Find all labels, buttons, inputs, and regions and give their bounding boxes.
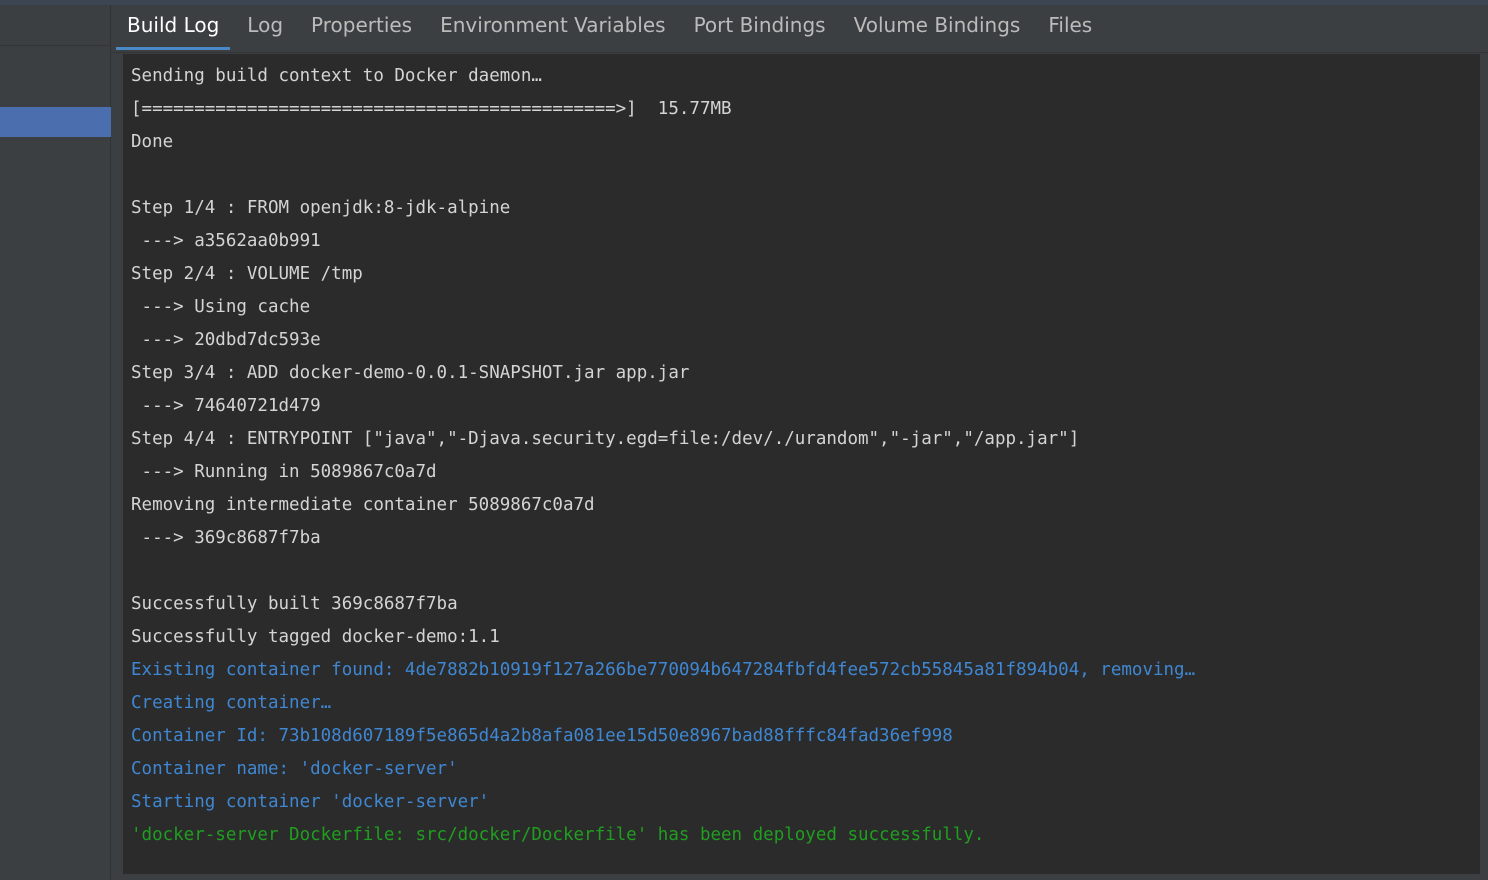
log-line: ---> 74640721d479 bbox=[131, 396, 321, 416]
window-accent-strip bbox=[0, 0, 1488, 5]
tab-properties-label: Properties bbox=[311, 13, 413, 37]
log-line: Sending build context to Docker daemon… bbox=[131, 66, 542, 86]
log-line: [=======================================… bbox=[131, 99, 732, 119]
sidebar-divider bbox=[0, 45, 111, 46]
log-line: ---> Using cache bbox=[131, 297, 311, 317]
log-line: Existing container found: 4de7882b10919f… bbox=[131, 660, 1196, 680]
log-line: ---> 369c8687f7ba bbox=[131, 528, 321, 548]
tab-environment-variables-label: Environment Variables bbox=[440, 13, 666, 37]
tab-bar: Build Log Log Properties Environment Var… bbox=[111, 0, 1488, 54]
tab-bar-underline bbox=[111, 52, 1488, 53]
tab-build-log[interactable]: Build Log bbox=[113, 0, 233, 50]
log-line: Starting container 'docker-server' bbox=[131, 792, 490, 812]
build-log-console[interactable]: Sending build context to Docker daemon… [… bbox=[123, 54, 1480, 874]
log-line: Step 1/4 : FROM openjdk:8-jdk-alpine bbox=[131, 198, 511, 218]
log-line: 'docker-server Dockerfile: src/docker/Do… bbox=[131, 825, 985, 845]
content-pane: Build Log Log Properties Environment Var… bbox=[111, 0, 1488, 880]
log-line: Container name: 'docker-server' bbox=[131, 759, 458, 779]
tab-port-bindings[interactable]: Port Bindings bbox=[680, 0, 840, 50]
tab-build-log-label: Build Log bbox=[127, 13, 220, 37]
tab-properties[interactable]: Properties bbox=[297, 0, 426, 50]
build-log-window: Build Log Log Properties Environment Var… bbox=[0, 0, 1488, 880]
tab-files[interactable]: Files bbox=[1034, 0, 1106, 50]
left-sidebar[interactable] bbox=[0, 0, 111, 880]
log-line: Removing intermediate container 5089867c… bbox=[131, 495, 595, 515]
log-line: Creating container… bbox=[131, 693, 332, 713]
log-line: Successfully tagged docker-demo:1.1 bbox=[131, 627, 500, 647]
tab-environment-variables[interactable]: Environment Variables bbox=[426, 0, 679, 50]
log-line: Successfully built 369c8687f7ba bbox=[131, 594, 458, 614]
log-line: ---> 20dbd7dc593e bbox=[131, 330, 321, 350]
tab-log-label: Log bbox=[247, 13, 284, 37]
window-body: Build Log Log Properties Environment Var… bbox=[0, 0, 1488, 880]
tab-volume-bindings[interactable]: Volume Bindings bbox=[840, 0, 1035, 50]
tab-files-label: Files bbox=[1048, 13, 1093, 37]
log-line: Container Id: 73b108d607189f5e865d4a2b8a… bbox=[131, 726, 953, 746]
tab-port-bindings-label: Port Bindings bbox=[693, 13, 826, 37]
log-line: Step 4/4 : ENTRYPOINT ["java","-Djava.se… bbox=[131, 429, 1080, 449]
log-line: Done bbox=[131, 132, 174, 152]
sidebar-selected-item[interactable] bbox=[0, 107, 111, 137]
tab-volume-bindings-label: Volume Bindings bbox=[853, 13, 1021, 37]
tab-log[interactable]: Log bbox=[233, 0, 297, 50]
console-wrapper: Sending build context to Docker daemon… [… bbox=[111, 54, 1488, 880]
log-line: ---> a3562aa0b991 bbox=[131, 231, 321, 251]
log-line: Step 2/4 : VOLUME /tmp bbox=[131, 264, 363, 284]
log-line: ---> Running in 5089867c0a7d bbox=[131, 462, 437, 482]
log-line: Step 3/4 : ADD docker-demo-0.0.1-SNAPSHO… bbox=[131, 363, 690, 383]
